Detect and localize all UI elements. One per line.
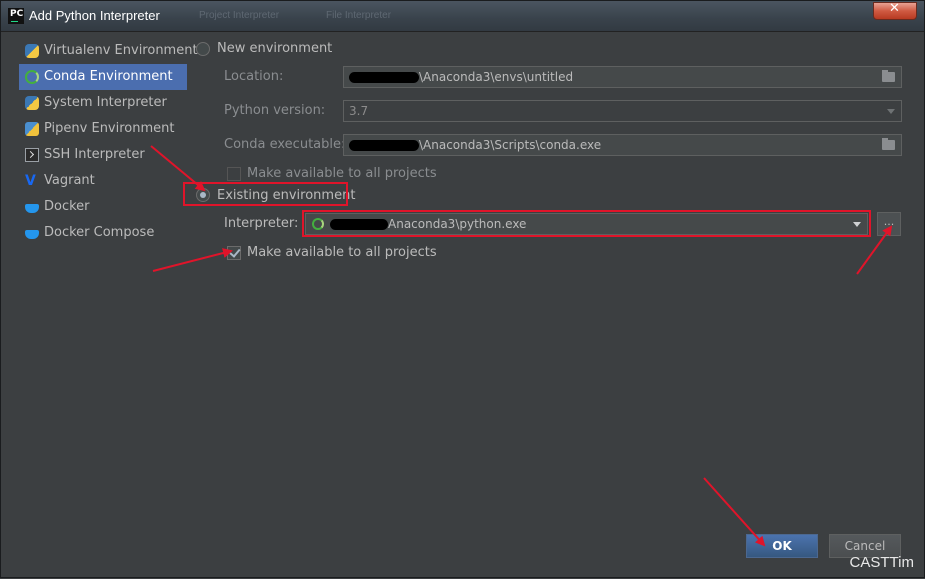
conda-executable-field[interactable]: \Anaconda3\Scripts\conda.exe bbox=[343, 134, 902, 156]
python-version-select[interactable]: 3.7 bbox=[343, 100, 902, 122]
python-icon bbox=[25, 96, 39, 110]
checkmark-icon bbox=[229, 246, 241, 258]
sidebar-item-label: Vagrant bbox=[44, 173, 95, 188]
dialog-window: PC Add Python Interpreter Project Interp… bbox=[0, 0, 925, 578]
python-icon bbox=[25, 44, 39, 58]
sidebar-item-conda[interactable]: Conda Environment bbox=[19, 64, 187, 90]
conda-executable-value: \Anaconda3\Scripts\conda.exe bbox=[419, 138, 602, 152]
python-version-value: 3.7 bbox=[349, 104, 369, 118]
make-available-checkbox[interactable] bbox=[227, 246, 241, 260]
background-window-title: Project Interpreter bbox=[199, 10, 280, 21]
folder-icon[interactable] bbox=[882, 138, 895, 150]
sidebar-item-virtualenv[interactable]: Virtualenv Environment bbox=[19, 38, 198, 64]
sidebar-item-label: Pipenv Environment bbox=[44, 121, 175, 136]
python-version-label: Python version: bbox=[224, 103, 326, 118]
new-environment-radio[interactable] bbox=[196, 42, 210, 56]
annotation-highlight-box bbox=[183, 182, 348, 206]
redacted-text bbox=[349, 72, 419, 83]
docker-icon bbox=[25, 230, 39, 239]
location-label: Location: bbox=[224, 69, 284, 84]
chevron-down-icon bbox=[887, 109, 895, 114]
conda-icon bbox=[25, 70, 39, 84]
sidebar-item-docker[interactable]: Docker bbox=[19, 194, 187, 220]
sidebar-item-pipenv[interactable]: Pipenv Environment bbox=[19, 116, 187, 142]
sidebar-item-label: Docker bbox=[44, 199, 90, 214]
sidebar-item-label: SSH Interpreter bbox=[44, 147, 145, 162]
sidebar-item-label: Virtualenv Environment bbox=[44, 43, 198, 58]
sidebar-item-label: Docker Compose bbox=[44, 225, 155, 240]
folder-icon[interactable] bbox=[882, 70, 895, 82]
sidebar-item-system[interactable]: System Interpreter bbox=[19, 90, 187, 116]
browse-interpreter-button[interactable]: ... bbox=[877, 212, 901, 236]
close-icon: ✕ bbox=[889, 1, 900, 16]
annotation-arrow bbox=[152, 248, 233, 272]
docker-icon bbox=[25, 204, 39, 213]
vagrant-icon: V bbox=[25, 173, 36, 189]
background-window-title: File Interpreter bbox=[326, 10, 392, 21]
close-button[interactable]: ✕ bbox=[873, 1, 917, 20]
make-available-checkbox-new[interactable] bbox=[227, 167, 241, 181]
terminal-icon bbox=[25, 148, 39, 162]
pipenv-icon bbox=[25, 122, 39, 136]
sidebar-item-ssh[interactable]: SSH Interpreter bbox=[19, 142, 187, 168]
sidebar: Virtualenv Environment Conda Environment… bbox=[19, 38, 198, 246]
watermark: CASTTim bbox=[849, 554, 914, 571]
sidebar-item-label: System Interpreter bbox=[44, 95, 167, 110]
interpreter-label: Interpreter: bbox=[224, 216, 299, 231]
make-available-label: Make available to all projects bbox=[247, 245, 437, 260]
make-available-label-new: Make available to all projects bbox=[247, 166, 437, 181]
sidebar-item-docker-compose[interactable]: Docker Compose bbox=[19, 220, 187, 246]
annotation-highlight-box bbox=[302, 210, 871, 237]
sidebar-item-label: Conda Environment bbox=[44, 69, 173, 84]
pycharm-icon: PC bbox=[8, 8, 24, 24]
location-value: \Anaconda3\envs\untitled bbox=[419, 70, 574, 84]
title-bar: PC Add Python Interpreter Project Interp… bbox=[1, 1, 924, 32]
sidebar-item-vagrant[interactable]: V Vagrant bbox=[19, 168, 187, 194]
conda-executable-label: Conda executable: bbox=[224, 137, 346, 152]
window-title: Add Python Interpreter bbox=[29, 8, 160, 23]
location-field[interactable]: \Anaconda3\envs\untitled bbox=[343, 66, 902, 88]
new-environment-label: New environment bbox=[217, 41, 333, 56]
redacted-text bbox=[349, 140, 419, 151]
ok-button[interactable]: OK bbox=[746, 534, 818, 558]
